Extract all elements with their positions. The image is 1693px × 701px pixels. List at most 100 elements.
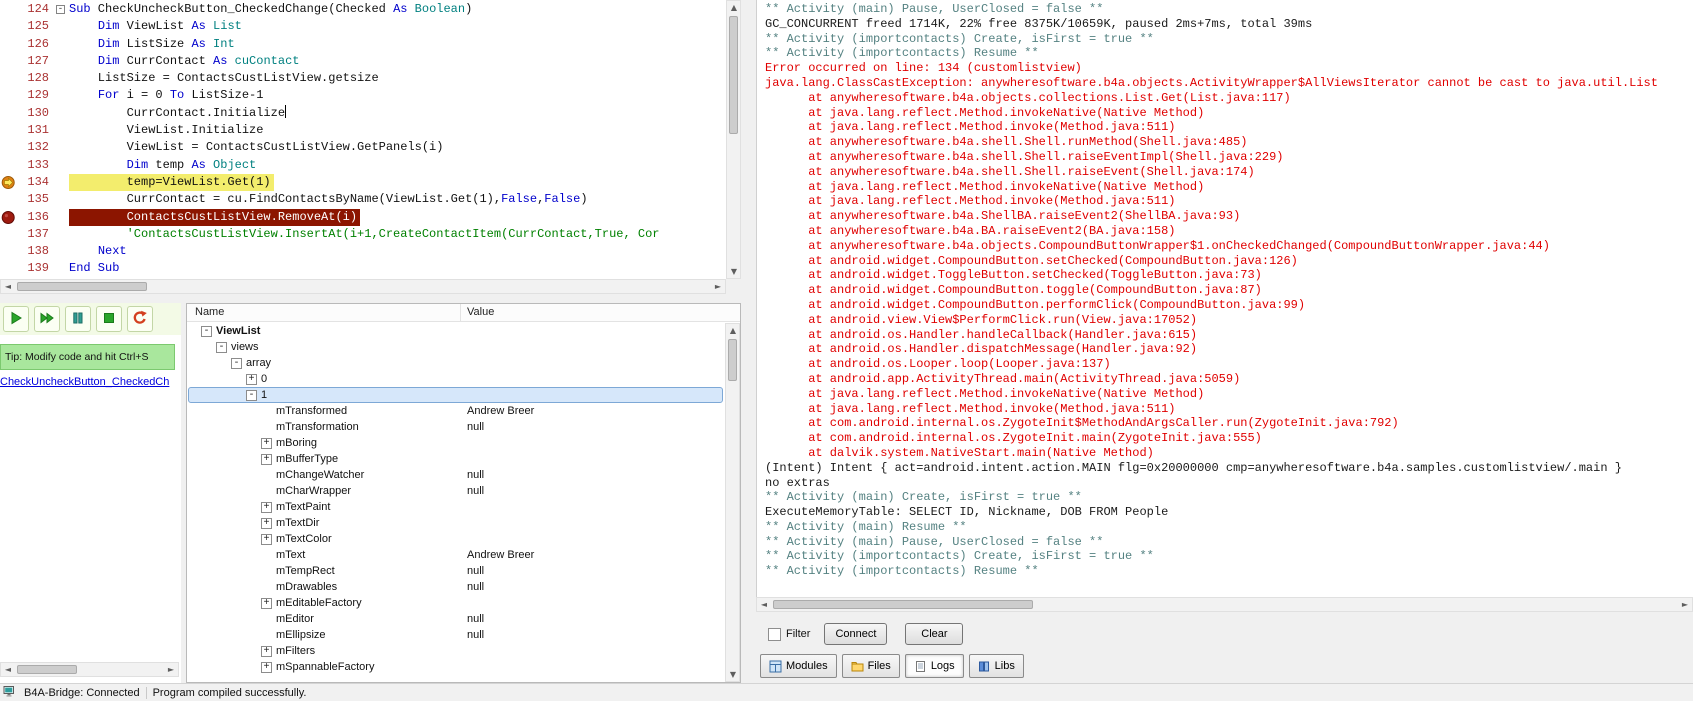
editor-horizontal-scrollbar[interactable]: ◄ ► — [0, 279, 726, 294]
code-line-126[interactable]: 126 Dim ListSize As Int — [0, 36, 726, 53]
expand-icon[interactable]: + — [261, 453, 272, 465]
scroll-up-icon[interactable]: ▲ — [726, 324, 740, 337]
scrollbar-thumb[interactable] — [773, 600, 1033, 609]
breakpoint-gutter[interactable] — [0, 122, 17, 139]
watch-row-mEllipsize[interactable]: mEllipsize null — [187, 627, 724, 643]
breakpoint-gutter[interactable] — [0, 36, 17, 53]
watch-row-mCharWrapper[interactable]: mCharWrapper null — [187, 483, 724, 499]
watch-row-mTransformed[interactable]: mTransformed Andrew Breer — [187, 403, 724, 419]
code-line-133[interactable]: 133 Dim temp As Object — [0, 157, 726, 174]
code-line-134[interactable]: 134 temp=ViewList.Get(1) — [0, 173, 726, 192]
stop-button[interactable] — [96, 306, 122, 332]
tab-modules[interactable]: Modules — [760, 654, 837, 678]
watch-row-ViewList[interactable]: - ViewList — [187, 323, 724, 339]
watch-row-mTransformation[interactable]: mTransformation null — [187, 419, 724, 435]
run-to-cursor-button[interactable] — [34, 306, 60, 332]
current-line-marker[interactable] — [0, 174, 17, 191]
logs-horizontal-scrollbar[interactable]: ◄ ► — [756, 597, 1693, 612]
code-line-137[interactable]: 137 'ContactsCustListView.InsertAt(i+1,C… — [0, 226, 726, 243]
expand-icon[interactable]: + — [261, 517, 272, 529]
watch-row-mTempRect[interactable]: mTempRect null — [187, 563, 724, 579]
run-button[interactable] — [3, 306, 29, 332]
scrollbar-thumb[interactable] — [17, 282, 147, 291]
code-line-129[interactable]: 129 For i = 0 To ListSize-1 — [0, 87, 726, 104]
scrollbar-thumb[interactable] — [728, 339, 737, 381]
watch-row-mDrawables[interactable]: mDrawables null — [187, 579, 724, 595]
code-line-131[interactable]: 131 ViewList.Initialize — [0, 122, 726, 139]
breakpoint-gutter[interactable] — [0, 243, 17, 260]
pause-button[interactable] — [65, 306, 91, 332]
code-editor[interactable]: 124- Sub CheckUncheckButton_CheckedChange… — [0, 0, 726, 279]
breakpoint-gutter[interactable] — [0, 260, 17, 277]
breakpoint-marker[interactable] — [0, 209, 17, 226]
breakpoint-gutter[interactable] — [0, 18, 17, 35]
watch-row-mBoring[interactable]: + mBoring — [187, 435, 724, 451]
editor-vertical-scrollbar[interactable]: ▲ ▼ — [726, 0, 741, 279]
watch-row-array[interactable]: - array — [187, 355, 724, 371]
scroll-left-icon[interactable]: ◄ — [757, 598, 771, 611]
expand-icon[interactable]: + — [261, 533, 272, 545]
code-line-138[interactable]: 138 Next — [0, 243, 726, 260]
event-link[interactable]: CheckUncheckButton_CheckedCh — [0, 376, 181, 388]
watch-row-mFilters[interactable]: + mFilters — [187, 643, 724, 659]
expand-icon[interactable]: + — [261, 501, 272, 513]
breakpoint-gutter[interactable] — [0, 139, 17, 156]
code-line-135[interactable]: 135 CurrContact = cu.FindContactsByName(… — [0, 191, 726, 208]
expand-icon[interactable]: + — [261, 597, 272, 609]
code-line-139[interactable]: 139 End Sub — [0, 260, 726, 277]
expand-icon[interactable]: + — [261, 437, 272, 449]
watch-row-mTextDir[interactable]: + mTextDir — [187, 515, 724, 531]
scroll-left-icon[interactable]: ◄ — [1, 280, 15, 293]
watch-row-views[interactable]: - views — [187, 339, 724, 355]
watch-row-mSpannableFactory[interactable]: + mSpannableFactory — [187, 659, 724, 675]
log-output[interactable]: ** Activity (main) Pause, UserClosed = f… — [756, 0, 1693, 597]
sidebar-horizontal-scrollbar[interactable]: ◄ ► — [0, 662, 179, 677]
collapse-icon[interactable]: - — [201, 325, 212, 337]
filter-checkbox[interactable] — [768, 627, 781, 641]
watch-row-mChangeWatcher[interactable]: mChangeWatcher null — [187, 467, 724, 483]
scroll-right-icon[interactable]: ► — [1678, 598, 1692, 611]
scroll-up-icon[interactable]: ▲ — [727, 1, 741, 14]
breakpoint-gutter[interactable] — [0, 191, 17, 208]
watch-row-mTextPaint[interactable]: + mTextPaint — [187, 499, 724, 515]
code-line-125[interactable]: 125 Dim ViewList As List — [0, 18, 726, 35]
breakpoint-gutter[interactable] — [0, 53, 17, 70]
breakpoint-gutter[interactable] — [0, 1, 17, 18]
breakpoint-gutter[interactable] — [0, 226, 17, 243]
expand-icon[interactable]: + — [246, 373, 257, 385]
watch-row-mText[interactable]: mText Andrew Breer — [187, 547, 724, 563]
column-header-value[interactable]: Value — [461, 304, 740, 321]
watch-row-mTextColor[interactable]: + mTextColor — [187, 531, 724, 547]
code-line-130[interactable]: 130 CurrContact.Initialize — [0, 104, 726, 122]
connect-button[interactable]: Connect — [824, 623, 888, 645]
watch-row-mBufferType[interactable]: + mBufferType — [187, 451, 724, 467]
collapse-icon[interactable]: - — [216, 341, 227, 353]
collapse-icon[interactable]: - — [231, 357, 242, 369]
restart-button[interactable] — [127, 306, 153, 332]
watch-row-mEditor[interactable]: mEditor null — [187, 611, 724, 627]
code-line-128[interactable]: 128 ListSize = ContactsCustListView.gets… — [0, 70, 726, 87]
watch-row-1[interactable]: -1 — [187, 387, 724, 403]
scroll-left-icon[interactable]: ◄ — [1, 663, 15, 676]
watch-row-mEditableFactory[interactable]: + mEditableFactory — [187, 595, 724, 611]
scroll-right-icon[interactable]: ► — [711, 280, 725, 293]
column-header-name[interactable]: Name — [187, 304, 461, 321]
code-line-132[interactable]: 132 ViewList = ContactsCustListView.GetP… — [0, 139, 726, 156]
scroll-down-icon[interactable]: ▼ — [727, 265, 741, 278]
expand-icon[interactable]: + — [261, 645, 272, 657]
breakpoint-gutter[interactable] — [0, 105, 17, 122]
watch-row-0[interactable]: +0 — [187, 371, 724, 387]
breakpoint-gutter[interactable] — [0, 70, 17, 87]
code-line-124[interactable]: 124- Sub CheckUncheckButton_CheckedChange… — [0, 1, 726, 18]
code-line-136[interactable]: 136 ContactsCustListView.RemoveAt(i) — [0, 208, 726, 226]
scrollbar-thumb[interactable] — [17, 665, 77, 674]
clear-button[interactable]: Clear — [905, 623, 964, 645]
watch-vertical-scrollbar[interactable]: ▲ ▼ — [725, 323, 740, 682]
tab-logs[interactable]: Logs — [904, 654, 964, 678]
tab-libs[interactable]: Libs — [968, 654, 1024, 678]
scrollbar-thumb[interactable] — [729, 16, 738, 134]
breakpoint-gutter[interactable] — [0, 87, 17, 104]
code-line-127[interactable]: 127 Dim CurrContact As cuContact — [0, 53, 726, 70]
fold-toggle-icon[interactable]: - — [56, 5, 65, 14]
scroll-down-icon[interactable]: ▼ — [726, 668, 740, 681]
